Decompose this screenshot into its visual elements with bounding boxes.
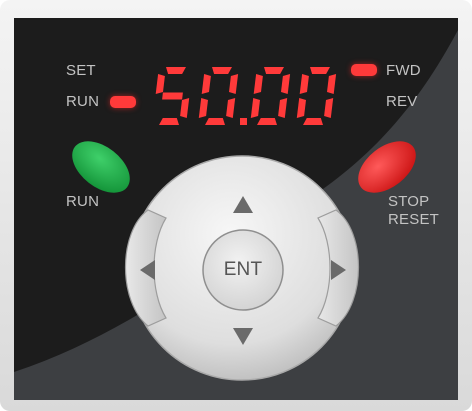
display-segment	[159, 118, 179, 125]
display-segment	[299, 74, 309, 94]
display-segment	[201, 74, 211, 94]
display-segment	[212, 67, 232, 74]
display-segment	[324, 98, 334, 118]
display-segment	[257, 118, 277, 125]
display-segment	[278, 98, 288, 118]
display-segment	[250, 98, 260, 118]
display-segment	[229, 74, 239, 94]
fwd-label: FWD	[386, 62, 421, 79]
display-segment	[162, 92, 183, 100]
display-segment	[166, 67, 186, 74]
ent-label: ENT	[223, 259, 263, 280]
display-segment	[296, 98, 306, 118]
display-segment	[310, 67, 330, 74]
run-indicator-led	[110, 96, 136, 108]
run-button-label: RUN	[66, 193, 100, 210]
rev-label: REV	[386, 93, 418, 110]
display-segment	[281, 74, 291, 94]
reset-label: RESET	[388, 211, 440, 228]
display-segment	[155, 74, 165, 94]
frequency-display	[150, 62, 350, 132]
set-label: SET	[66, 62, 96, 79]
display-segment	[226, 98, 236, 118]
fwd-indicator-led	[351, 64, 377, 76]
display-segment	[253, 74, 263, 94]
display-segment	[264, 67, 284, 74]
display-decimal-point	[240, 118, 247, 125]
display-segment	[327, 74, 337, 94]
keypad-panel: SET RUN FWD REV RUN STOP RESET ENT	[0, 0, 472, 411]
display-segment	[205, 118, 225, 125]
display-segment	[180, 98, 190, 118]
run-indicator-label: RUN	[66, 93, 100, 110]
stop-label: STOP	[388, 193, 430, 210]
display-segment	[198, 98, 208, 118]
display-segment	[303, 118, 323, 125]
